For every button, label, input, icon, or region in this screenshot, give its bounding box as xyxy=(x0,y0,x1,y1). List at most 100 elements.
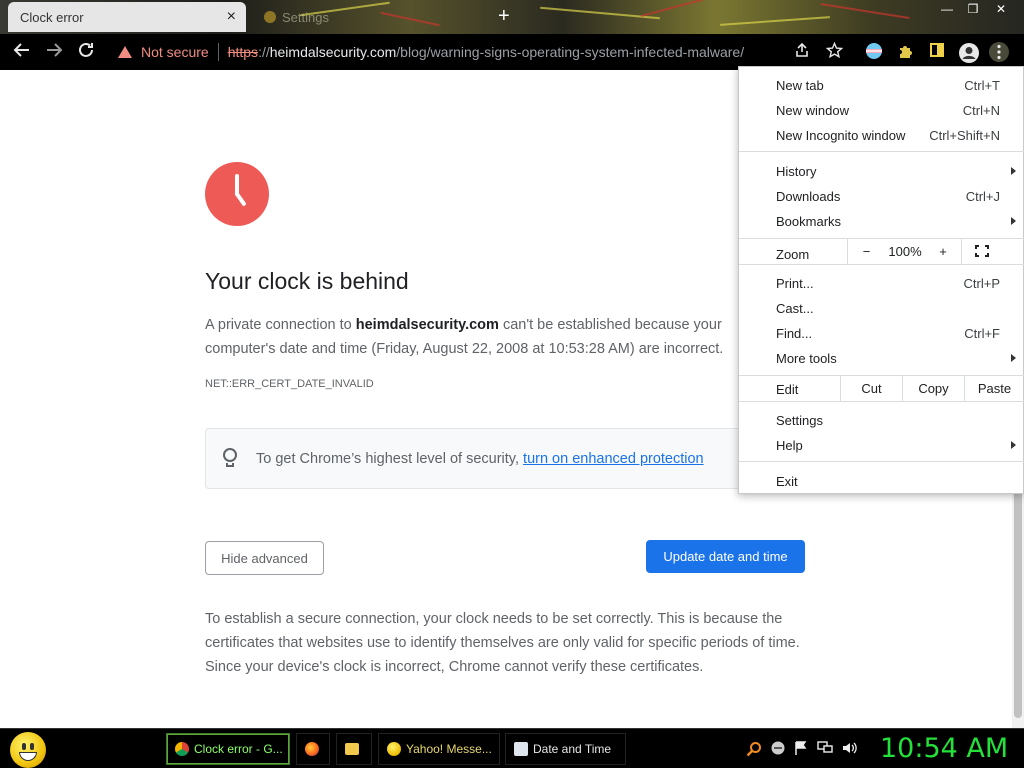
url-separator: :// xyxy=(258,44,270,60)
menu-item-cast[interactable]: Cast... xyxy=(739,296,1024,321)
menu-label: Settings xyxy=(776,413,823,428)
cut-button[interactable]: Cut xyxy=(840,376,902,401)
menu-divider xyxy=(739,461,1024,462)
clock-icon xyxy=(205,162,269,226)
menu-label: New Incognito window xyxy=(776,128,906,143)
taskbar-label: Yahoo! Messe... xyxy=(406,742,492,756)
taskbar-item-folder[interactable] xyxy=(336,733,372,765)
close-window-button[interactable]: ✕ xyxy=(988,2,1014,16)
minimize-button[interactable]: — xyxy=(934,2,960,16)
menu-item-new-window[interactable]: New window Ctrl+N xyxy=(739,98,1024,123)
new-tab-button[interactable]: + xyxy=(498,5,510,28)
side-panel-icon[interactable] xyxy=(927,42,947,62)
menu-item-exit[interactable]: Exit xyxy=(739,469,1024,494)
title-bar: Clock error × Settings + — ❐ ✕ xyxy=(0,0,1024,34)
menu-item-zoom: Zoom − 100% + xyxy=(739,239,1024,264)
error-code[interactable]: NET::ERR_CERT_DATE_INVALID xyxy=(205,378,374,390)
menu-item-settings[interactable]: Settings xyxy=(739,408,1024,433)
menu-item-new-tab[interactable]: New tab Ctrl+T xyxy=(739,73,1024,98)
tab-settings[interactable]: Settings xyxy=(258,2,478,32)
background-streak xyxy=(720,16,830,26)
submenu-arrow-icon xyxy=(1011,354,1016,362)
star-icon[interactable] xyxy=(824,41,844,62)
paste-button[interactable]: Paste xyxy=(964,376,1024,401)
network-icon[interactable] xyxy=(817,741,833,758)
enhanced-protection-link[interactable]: turn on enhanced protection xyxy=(523,451,704,467)
profile-icon[interactable] xyxy=(958,42,979,63)
kebab-menu-icon[interactable] xyxy=(989,42,1009,62)
menu-label: Help xyxy=(776,438,803,453)
background-streak xyxy=(640,0,710,18)
menu-shortcut: Ctrl+Shift+N xyxy=(929,128,1000,143)
tab-close-icon[interactable]: × xyxy=(227,9,236,25)
submenu-arrow-icon xyxy=(1011,167,1016,175)
menu-item-print[interactable]: Print... Ctrl+P xyxy=(739,271,1024,296)
tab-title: Clock error xyxy=(20,9,84,25)
explanation-text: To establish a secure connection, your c… xyxy=(205,611,800,675)
flag-extension-icon[interactable] xyxy=(864,42,884,62)
flag-icon[interactable] xyxy=(794,741,808,758)
menu-shortcut: Ctrl+J xyxy=(965,189,1000,204)
desc-domain: heimdalsecurity.com xyxy=(355,317,499,333)
share-icon[interactable] xyxy=(792,42,812,62)
background-streak xyxy=(540,6,660,20)
menu-item-help[interactable]: Help xyxy=(739,433,1024,458)
maximize-button[interactable]: ❐ xyxy=(960,2,986,16)
taskbar-item-firefox[interactable] xyxy=(296,733,330,765)
taskbar-item-date-time[interactable]: Date and Time xyxy=(505,733,626,765)
copy-button[interactable]: Copy xyxy=(902,376,964,401)
menu-shortcut: Ctrl+P xyxy=(963,276,1000,291)
firefox-icon xyxy=(305,742,319,756)
menu-item-history[interactable]: History xyxy=(739,159,1024,184)
start-button-smiley-icon[interactable] xyxy=(10,732,46,768)
fullscreen-icon xyxy=(975,245,989,257)
menu-shortcut: Ctrl+F xyxy=(964,326,1000,341)
url-domain: heimdalsecurity.com xyxy=(269,44,397,60)
zoom-level: 100% xyxy=(888,244,922,259)
menu-item-bookmarks[interactable]: Bookmarks xyxy=(739,209,1024,234)
warning-icon xyxy=(118,46,132,58)
update-date-time-button[interactable]: Update date and time xyxy=(646,540,805,573)
menu-divider xyxy=(739,264,1024,265)
search-icon[interactable] xyxy=(746,741,762,760)
taskbar-label: Date and Time xyxy=(533,742,612,756)
menu-label: Bookmarks xyxy=(776,214,842,229)
background-streak xyxy=(820,2,910,20)
hide-advanced-button[interactable]: Hide advanced xyxy=(205,541,324,575)
reload-icon[interactable] xyxy=(75,41,97,63)
enhanced-protection-box: To get Chrome’s highest level of securit… xyxy=(205,428,745,489)
taskbar-item-yahoo-messenger[interactable]: Yahoo! Messe... xyxy=(378,733,500,765)
volume-icon[interactable] xyxy=(842,741,858,758)
enhanced-protection-text: To get Chrome’s highest level of securit… xyxy=(256,451,704,467)
back-icon[interactable] xyxy=(11,41,33,63)
gear-icon xyxy=(264,11,276,23)
fullscreen-button[interactable] xyxy=(961,239,1024,264)
menu-item-more-tools[interactable]: More tools xyxy=(739,346,1024,371)
taskbar-clock[interactable]: 10:54 AM xyxy=(880,733,1008,764)
omnibox-divider xyxy=(217,43,219,61)
zoom-out-button[interactable]: − xyxy=(847,239,885,264)
enhanced-prefix: To get Chrome’s highest level of securit… xyxy=(256,450,524,467)
chrome-icon xyxy=(175,742,189,756)
menu-label: Zoom xyxy=(776,247,810,262)
security-status[interactable]: Not secure xyxy=(141,44,209,60)
folder-icon xyxy=(345,743,359,755)
taskbar-item-chrome[interactable]: Clock error - G... xyxy=(166,733,290,765)
menu-item-downloads[interactable]: Downloads Ctrl+J xyxy=(739,184,1024,209)
address-bar[interactable]: Not secure https :// heimdalsecurity.com… xyxy=(108,37,848,67)
menu-label: New tab xyxy=(776,78,824,93)
menu-item-find[interactable]: Find... Ctrl+F xyxy=(739,321,1024,346)
tab-clock-error[interactable]: Clock error × xyxy=(8,2,246,32)
yahoo-smiley-icon xyxy=(387,742,401,756)
extension-icon[interactable] xyxy=(896,42,916,62)
zoom-in-button[interactable]: + xyxy=(925,239,961,264)
tray-smiley-icon[interactable] xyxy=(771,741,785,758)
tab-title: Settings xyxy=(282,9,329,25)
menu-item-new-incognito[interactable]: New Incognito window Ctrl+Shift+N xyxy=(739,123,1024,148)
menu-label: Print... xyxy=(776,276,814,291)
menu-label: New window xyxy=(776,103,849,118)
clock-hand xyxy=(234,191,247,207)
menu-label: Exit xyxy=(776,474,798,489)
forward-icon[interactable] xyxy=(43,41,65,63)
submenu-arrow-icon xyxy=(1011,441,1016,449)
